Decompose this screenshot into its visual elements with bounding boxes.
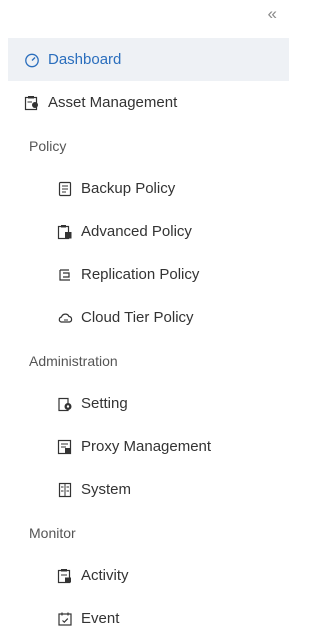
sidebar-item-label: Proxy Management [81, 438, 212, 455]
sidebar-item-label: Activity [81, 567, 129, 584]
section-header-administration: Administration [29, 352, 118, 369]
section-header-policy: Policy [29, 137, 67, 154]
sidebar-item-label: Cloud Tier Policy [81, 309, 194, 326]
section-header-monitor: Monitor [29, 524, 76, 541]
sidebar-item-label: Dashboard [48, 51, 122, 68]
system-icon [55, 480, 75, 500]
sidebar-item-advanced-policy[interactable]: Advanced Policy [8, 210, 289, 253]
advanced-policy-icon [55, 222, 75, 242]
sidebar-item-label: Advanced Policy [81, 223, 192, 240]
activity-icon [55, 566, 75, 586]
sidebar-item-proxy-management[interactable]: Proxy Management [8, 425, 289, 468]
sidebar-item-asset-management[interactable]: Asset Management [8, 81, 289, 124]
sidebar-item-label: Replication Policy [81, 266, 200, 283]
sidebar-item-backup-policy[interactable]: Backup Policy [8, 167, 289, 210]
calendar-icon [55, 609, 75, 629]
asset-icon [22, 93, 42, 113]
sidebar-item-label: Asset Management [48, 94, 178, 111]
settings-icon [55, 394, 75, 414]
sidebar-item-dashboard[interactable]: Dashboard [8, 38, 289, 81]
sidebar-item-cloud-tier-policy[interactable]: Cloud Tier Policy [8, 296, 289, 339]
gauge-icon [22, 50, 42, 70]
sidebar-item-label: Setting [81, 395, 128, 412]
sidebar-item-system[interactable]: System [8, 468, 289, 511]
sidebar-item-replication-policy[interactable]: Replication Policy [8, 253, 289, 296]
sidebar-item-activity[interactable]: Activity [8, 554, 289, 597]
backup-policy-icon [55, 179, 75, 199]
sidebar-item-event[interactable]: Event [8, 597, 289, 640]
replication-icon [55, 265, 75, 285]
collapse-sidebar-button[interactable]: « [268, 4, 277, 24]
sidebar-item-label: System [81, 481, 132, 498]
sidebar-item-label: Backup Policy [81, 180, 176, 197]
cloud-icon [55, 308, 75, 328]
proxy-icon [55, 437, 75, 457]
sidebar-item-label: Event [81, 610, 120, 627]
sidebar-item-setting[interactable]: Setting [8, 382, 289, 425]
sidebar-nav: Dashboard Asset Management Policy Backup… [8, 38, 289, 640]
